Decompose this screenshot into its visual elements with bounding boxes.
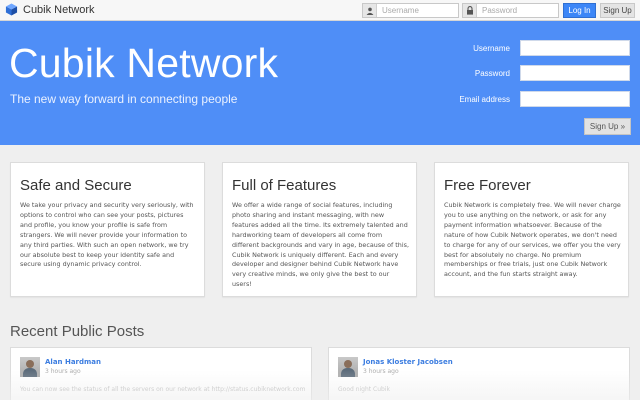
navbar-password-input[interactable] [477, 6, 555, 15]
top-navbar: Cubik Network Log In Sign Up [0, 0, 640, 21]
post-snippet: You can now see the status of all the se… [20, 386, 305, 393]
signup-email-input[interactable] [520, 91, 630, 107]
feature-title: Safe and Secure [20, 177, 132, 194]
brand[interactable]: Cubik Network [5, 3, 95, 16]
hero-title: Cubik Network [9, 40, 279, 86]
feature-card-free: Free Forever Cubik Network is completely… [434, 162, 629, 297]
feature-card-safe: Safe and Secure We take your privacy and… [10, 162, 205, 297]
post-time: 3 hours ago [363, 368, 399, 375]
hero-tagline: The new way forward in connecting people [10, 92, 238, 106]
signup-submit-button[interactable]: Sign Up » [584, 118, 631, 135]
navbar-username-field [362, 3, 459, 18]
post-author-link[interactable]: Alan Hardman [45, 358, 101, 366]
signup-email-label: Email address [459, 95, 510, 104]
signup-password-input[interactable] [520, 65, 630, 81]
avatar[interactable] [338, 357, 358, 377]
feature-card-features: Full of Features We offer a wide range o… [222, 162, 417, 297]
feature-title: Full of Features [232, 177, 337, 194]
navbar-password-field [462, 3, 559, 18]
avatar[interactable] [20, 357, 40, 377]
signup-username-label: Username [473, 44, 510, 53]
feature-body: We offer a wide range of social features… [232, 201, 409, 289]
cube-logo-icon [5, 3, 18, 16]
lock-icon [463, 4, 477, 17]
brand-name: Cubik Network [23, 3, 95, 16]
feature-body: Cubik Network is completely free. We wil… [444, 201, 621, 279]
hero-banner: Cubik Network The new way forward in con… [0, 21, 640, 145]
login-button[interactable]: Log In [563, 3, 596, 18]
user-icon [363, 4, 377, 17]
recent-posts-title: Recent Public Posts [10, 323, 145, 340]
post-card: Alan Hardman 3 hours ago You can now see… [10, 347, 312, 400]
feature-body: We take your privacy and security very s… [20, 201, 194, 269]
post-author-link[interactable]: Jonas Kloster Jacobsen [363, 358, 453, 366]
navbar-signup-button[interactable]: Sign Up [600, 3, 635, 18]
post-snippet: Good night Cubik [338, 386, 390, 393]
feature-title: Free Forever [444, 177, 531, 194]
post-time: 3 hours ago [45, 368, 81, 375]
signup-password-label: Password [474, 69, 510, 78]
signup-username-input[interactable] [520, 40, 630, 56]
navbar-username-input[interactable] [377, 6, 455, 15]
post-card: Jonas Kloster Jacobsen 3 hours ago Good … [328, 347, 630, 400]
